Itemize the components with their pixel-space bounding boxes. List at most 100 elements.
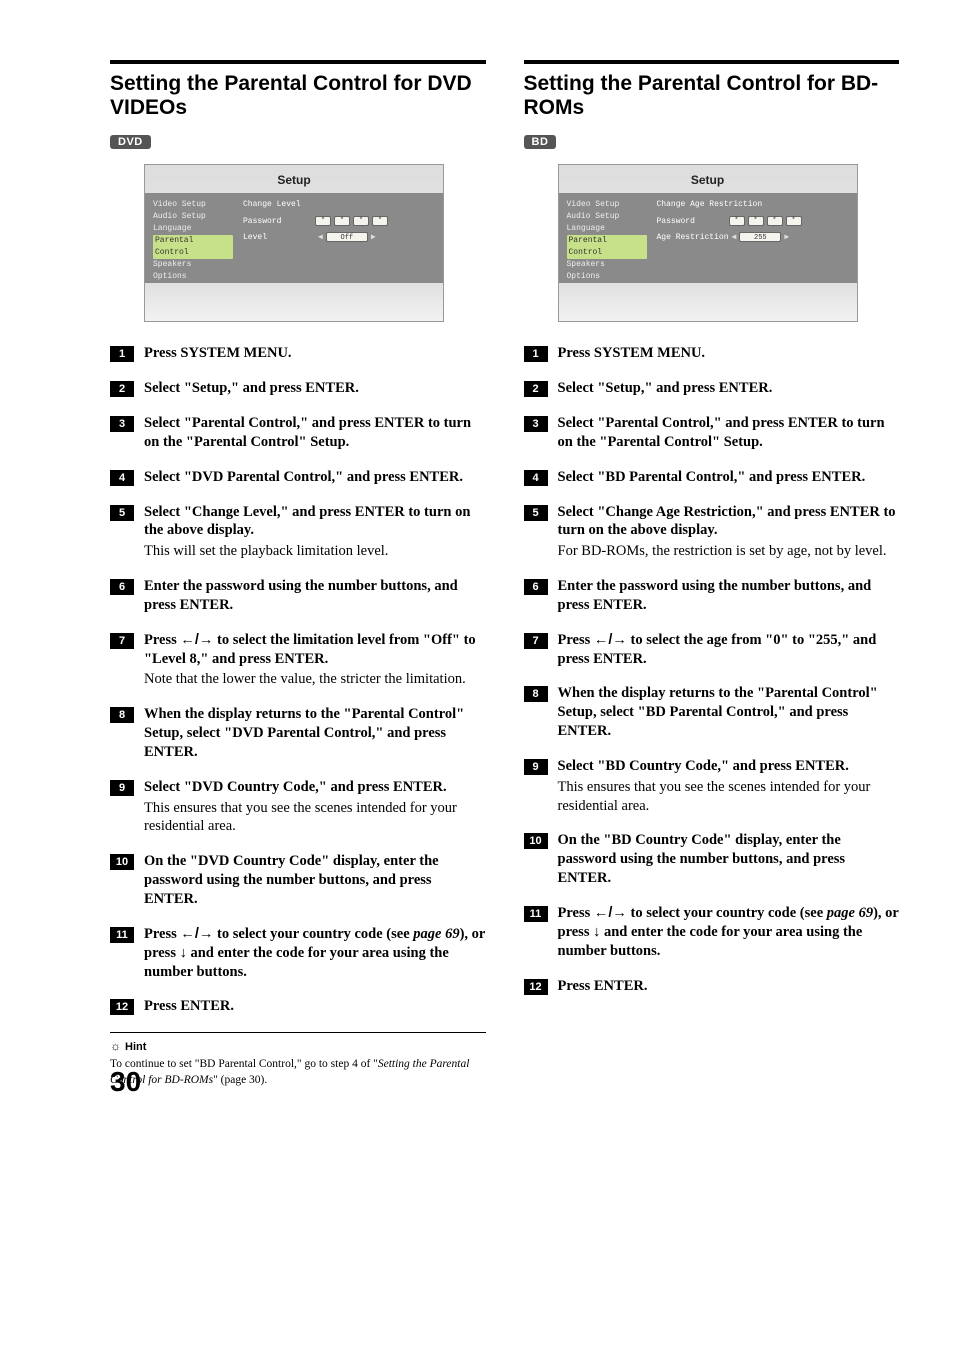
step-text: and enter the code for your area using t…	[558, 924, 863, 959]
step-number: 7	[110, 633, 134, 649]
osd-pane: Change Level Password * * * * Level ◀ Of…	[243, 199, 435, 275]
step-text: to select your country code (see	[627, 905, 827, 921]
arrow-right-icon: ▶	[371, 232, 376, 242]
step-text: Select "Setup," and press ENTER.	[144, 380, 359, 396]
osd-password-box: *	[748, 216, 764, 226]
format-badge-bd: BD	[524, 135, 557, 149]
osd-pane-title: Change Age Restriction	[657, 200, 849, 209]
step-text: Press ENTER.	[558, 978, 648, 994]
osd-title: Setup	[559, 165, 857, 193]
step-note: This ensures that you see the scenes int…	[144, 799, 486, 837]
step-number: 10	[110, 854, 134, 870]
osd-menu: Video Setup Audio Setup Language Parenta…	[153, 199, 233, 275]
step-text: Press SYSTEM MENU.	[144, 345, 292, 361]
arrow-left-right-icon: ←/→	[594, 905, 627, 921]
step-number: 3	[524, 416, 548, 432]
step-text: Press	[144, 632, 180, 648]
step-text: Press SYSTEM MENU.	[558, 345, 706, 361]
section-title: Setting the Parental Control for DVD VID…	[110, 72, 486, 120]
osd-menu-item: Speakers	[567, 259, 647, 271]
osd-row-label: Age Restriction	[657, 233, 729, 242]
format-badge-dvd: DVD	[110, 135, 151, 149]
right-column: Setting the Parental Control for BD-ROMs…	[524, 60, 900, 1088]
step-text: Enter the password using the number butt…	[558, 578, 872, 613]
step-number: 5	[110, 505, 134, 521]
step-number: 7	[524, 633, 548, 649]
step-text: Select "BD Parental Control," and press …	[558, 469, 866, 485]
osd-menu-item-selected: Parental Control	[567, 235, 647, 259]
osd-value: Off	[326, 232, 368, 242]
step-note: This ensures that you see the scenes int…	[558, 778, 900, 816]
osd-screenshot-dvd: Setup Video Setup Audio Setup Language P…	[144, 164, 444, 322]
step-number: 9	[110, 780, 134, 796]
section-title: Setting the Parental Control for BD-ROMs	[524, 72, 900, 120]
arrow-left-icon: ◀	[732, 232, 737, 242]
step-text: Press	[144, 926, 180, 942]
arrow-left-right-icon: ←/→	[594, 632, 627, 648]
arrow-down-icon: ↓	[180, 945, 187, 961]
step-note: This will set the playback limitation le…	[144, 542, 486, 561]
page-reference: page 69	[827, 905, 873, 921]
osd-password-box: *	[372, 216, 388, 226]
hint-text: To continue to set "BD Parental Control,…	[110, 1057, 486, 1088]
step-text: to select your country code (see	[213, 926, 413, 942]
osd-menu-item: Speakers	[153, 259, 233, 271]
osd-menu-item: Language	[153, 223, 233, 235]
step-number: 10	[524, 833, 548, 849]
step-text: Press	[558, 632, 594, 648]
osd-password-box: *	[729, 216, 745, 226]
step-text: On the "BD Country Code" display, enter …	[558, 832, 846, 886]
arrow-left-icon: ◀	[318, 232, 323, 242]
arrow-right-icon: ▶	[784, 232, 789, 242]
step-number: 6	[524, 579, 548, 595]
left-column: Setting the Parental Control for DVD VID…	[110, 60, 486, 1088]
steps-list: 1 Press SYSTEM MENU. 2 Select "Setup," a…	[524, 344, 900, 995]
step-number: 12	[524, 979, 548, 995]
step-number: 4	[524, 470, 548, 486]
section-rule	[524, 60, 900, 64]
step-text: Select "BD Country Code," and press ENTE…	[558, 758, 849, 774]
osd-screenshot-bd: Setup Video Setup Audio Setup Language P…	[558, 164, 858, 322]
step-number: 8	[524, 686, 548, 702]
step-number: 9	[524, 759, 548, 775]
osd-menu-item-selected: Parental Control	[153, 235, 233, 259]
section-rule	[110, 60, 486, 64]
step-text: Press ENTER.	[144, 998, 234, 1014]
step-text: Select "Setup," and press ENTER.	[558, 380, 773, 396]
step-number: 2	[524, 381, 548, 397]
arrow-left-right-icon: ←/→	[180, 926, 213, 942]
osd-password-box: *	[315, 216, 331, 226]
step-number: 5	[524, 505, 548, 521]
step-note: For BD-ROMs, the restriction is set by a…	[558, 542, 900, 561]
step-number: 11	[110, 927, 134, 943]
step-text: Select "Parental Control," and press ENT…	[558, 415, 885, 450]
step-number: 8	[110, 707, 134, 723]
step-number: 3	[110, 416, 134, 432]
hint-rule	[110, 1032, 486, 1033]
osd-menu-item: Video Setup	[153, 199, 233, 211]
osd-row-label: Password	[243, 217, 315, 226]
step-number: 1	[110, 346, 134, 362]
osd-menu-item: Video Setup	[567, 199, 647, 211]
osd-menu-item: Options	[153, 271, 233, 283]
step-text: Press	[558, 905, 594, 921]
osd-password-box: *	[767, 216, 783, 226]
osd-row-label: Level	[243, 233, 315, 242]
osd-menu-item: Audio Setup	[567, 211, 647, 223]
step-text: Enter the password using the number butt…	[144, 578, 458, 613]
osd-menu-item: Audio Setup	[153, 211, 233, 223]
step-number: 12	[110, 999, 134, 1015]
step-text: When the display returns to the "Parenta…	[558, 685, 878, 739]
step-text: and enter the code for your area using t…	[144, 945, 449, 980]
step-number: 4	[110, 470, 134, 486]
step-text: When the display returns to the "Parenta…	[144, 706, 464, 760]
osd-password-box: *	[786, 216, 802, 226]
osd-title: Setup	[145, 165, 443, 193]
hint-label: Hint	[125, 1041, 146, 1053]
page-number: 30	[110, 1066, 141, 1098]
osd-menu-item: Language	[567, 223, 647, 235]
step-text: Select "Parental Control," and press ENT…	[144, 415, 471, 450]
osd-password-box: *	[334, 216, 350, 226]
step-note: Note that the lower the value, the stric…	[144, 670, 486, 689]
step-text: On the "DVD Country Code" display, enter…	[144, 853, 439, 907]
